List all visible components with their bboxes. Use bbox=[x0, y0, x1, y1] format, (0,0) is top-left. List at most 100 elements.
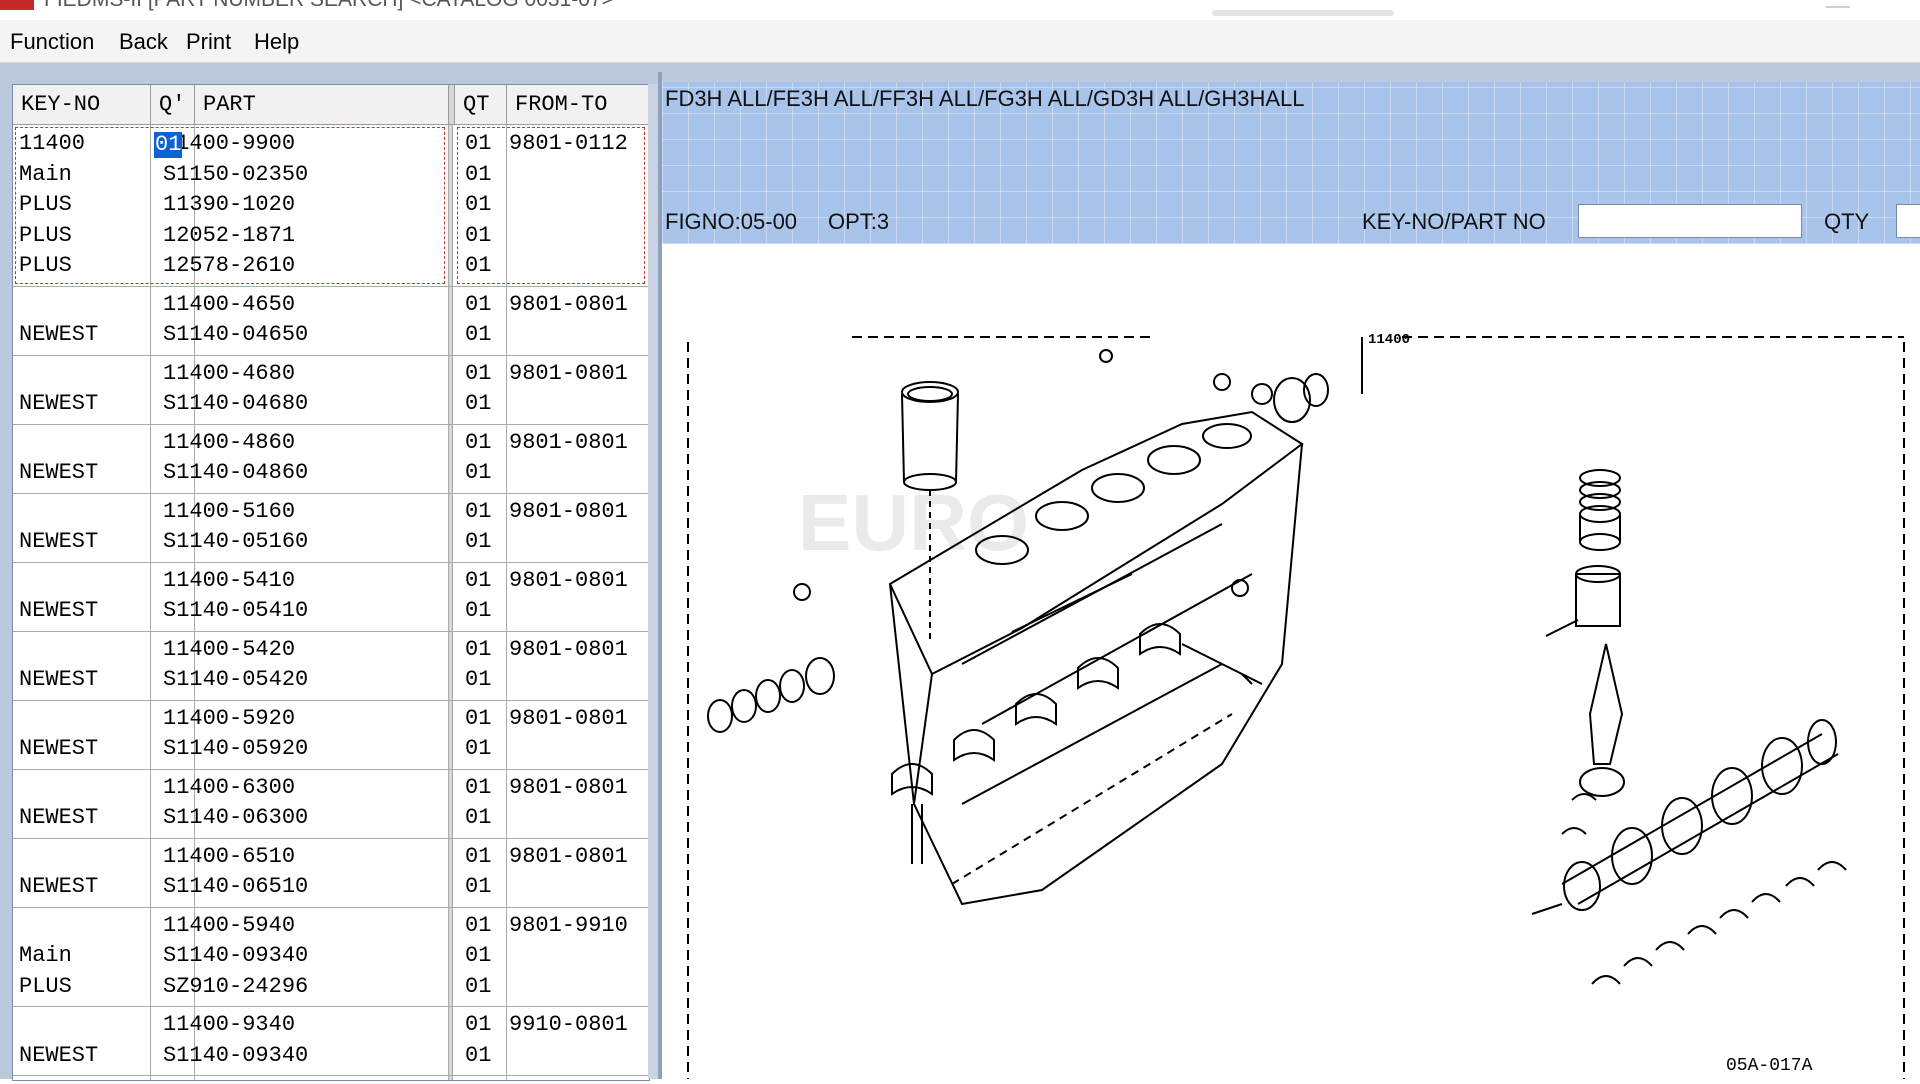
plug-icon bbox=[1213, 373, 1231, 391]
part-cell-line: 11400-5410 bbox=[163, 567, 296, 593]
from-to-cell: 9801-0801 bbox=[509, 843, 628, 869]
selection-outline bbox=[15, 127, 445, 284]
key-no-cell-line: NEWEST bbox=[19, 322, 99, 347]
crankshaft-icon bbox=[1531, 719, 1839, 915]
qt-cell-line: 01 bbox=[465, 667, 492, 692]
key-no-cell-line: Main bbox=[19, 943, 72, 968]
menu-print[interactable]: Print bbox=[186, 29, 231, 55]
title-bar: FIEDMS-II [PART NUMBER SEARCH] <CATALOG … bbox=[0, 0, 1920, 20]
minimize-icon[interactable] bbox=[1826, 0, 1850, 8]
key-no-cell-line: NEWEST bbox=[19, 667, 99, 692]
part-cell: 11400-6300 S1140-06300 bbox=[163, 773, 308, 834]
qt-cell: 01 01 01 bbox=[465, 911, 491, 1003]
model-list: FD3H ALL/FE3H ALL/FF3H ALL/FG3H ALL/GD3H… bbox=[665, 86, 1305, 111]
key-no-cell: NEWEST bbox=[19, 290, 98, 351]
from-to-cell: 9801-9910 bbox=[509, 912, 628, 938]
qt-cell-line: 01 bbox=[465, 805, 492, 830]
part-cell-line: S1140-09340 bbox=[163, 943, 309, 968]
qty-input[interactable] bbox=[1896, 204, 1920, 238]
menu-help[interactable]: Help bbox=[254, 29, 299, 55]
col-header-qt[interactable]: QT bbox=[455, 85, 507, 125]
qt-cell-line: 01 bbox=[465, 498, 492, 524]
seal-rings-icon bbox=[707, 657, 835, 733]
key-no-cell-line bbox=[19, 290, 98, 321]
engine-parts-diagram: 11400 05A-017A EURO bbox=[687, 332, 1905, 1079]
part-cell: 11400-5920 S1140-05920 bbox=[163, 704, 308, 765]
part-cell: 11400-5940 S1140-09340 SZ910-24296 bbox=[163, 911, 308, 1003]
key-no-cell-line bbox=[19, 1010, 98, 1041]
key-no-cell: NEWEST bbox=[19, 842, 98, 903]
option-number: OPT:3 bbox=[828, 209, 890, 234]
qt-cell-line: 01 bbox=[465, 567, 492, 593]
qt-cell-line: 01 bbox=[465, 529, 492, 554]
qt-cell: 01 01 bbox=[465, 773, 491, 834]
qt-cell-line: 01 bbox=[465, 291, 492, 317]
key-no-cell-line: NEWEST bbox=[19, 805, 99, 830]
title-scroll-handle[interactable] bbox=[1212, 10, 1394, 16]
keyno-label: KEY-NO/PART NO bbox=[1362, 209, 1546, 234]
part-cell-line: 11400-6300 bbox=[163, 774, 296, 800]
key-no-cell-line bbox=[19, 842, 98, 873]
key-no-cell: NEWEST bbox=[19, 635, 98, 696]
part-cell-line: 11400-5420 bbox=[163, 636, 296, 662]
part-cell: 11400-5410 S1140-05410 bbox=[163, 566, 308, 627]
key-no-cell-line bbox=[19, 635, 98, 666]
part-cell-line: S1140-04860 bbox=[163, 460, 309, 485]
menu-back[interactable]: Back bbox=[119, 29, 168, 55]
qt-cell-line: 01 bbox=[465, 973, 492, 999]
qt-cell-line: 01 bbox=[465, 843, 492, 869]
watermark: EURO bbox=[798, 478, 1029, 567]
part-cell: 11400-4650 S1140-04650 bbox=[163, 290, 308, 351]
from-to-cell: 9801-0801 bbox=[509, 498, 628, 524]
part-cell-line: 11400-5920 bbox=[163, 705, 296, 731]
key-no-cell-line: NEWEST bbox=[19, 391, 99, 416]
qt-cell: 01 01 bbox=[465, 635, 491, 696]
qt-cell-line: 01 bbox=[465, 460, 492, 485]
col-header-from-to[interactable]: FROM-TO bbox=[507, 85, 649, 125]
qt-cell: 01 01 bbox=[465, 428, 491, 489]
part-cell-line: S1140-06510 bbox=[163, 874, 309, 899]
qt-cell: 01 01 bbox=[465, 290, 491, 351]
col-header-part[interactable]: PART bbox=[195, 85, 449, 125]
qt-cell: 01 01 bbox=[465, 359, 491, 420]
qt-cell-line: 01 bbox=[465, 1042, 492, 1068]
keyno-part-input[interactable] bbox=[1578, 204, 1802, 238]
bolt-icon bbox=[1099, 349, 1113, 363]
qt-cell-line: 01 bbox=[465, 636, 492, 662]
qt-cell: 01 01 bbox=[465, 704, 491, 765]
key-no-cell-line bbox=[19, 497, 98, 528]
qt-cell-line: 01 bbox=[465, 774, 492, 800]
qt-cell-line: 01 bbox=[465, 322, 492, 347]
from-to-cell: 9801-0801 bbox=[509, 774, 628, 800]
key-no-cell-line bbox=[19, 704, 98, 735]
qt-cell-line: 01 bbox=[465, 1012, 492, 1037]
part-cell: 11400-5420 S1140-05420 bbox=[163, 635, 308, 696]
key-no-cell-line: NEWEST bbox=[19, 874, 99, 899]
key-no-cell-line: NEWEST bbox=[19, 460, 99, 485]
qt-cell: 01 01 bbox=[465, 1010, 491, 1071]
row-divider bbox=[13, 1075, 649, 1076]
menu-function[interactable]: Function bbox=[10, 29, 94, 55]
col-header-key-no[interactable]: KEY-NO bbox=[13, 85, 151, 125]
qt-cell-line: 01 bbox=[465, 912, 492, 938]
from-to-cell: 9801-0801 bbox=[509, 567, 628, 593]
plug-icon bbox=[793, 583, 811, 601]
col-header-qty-prime[interactable]: Q' bbox=[151, 85, 195, 125]
part-cell-line: S1140-05160 bbox=[163, 529, 309, 554]
figure-number: FIGNO:05-00 bbox=[665, 209, 798, 234]
part-cell-line: 11400-4650 bbox=[163, 291, 296, 317]
exploded-diagram[interactable]: 11400 05A-017A EURO bbox=[662, 244, 1920, 1079]
part-cell: 11400-6510 S1140-06510 bbox=[163, 842, 308, 903]
from-to-cell: 9801-0801 bbox=[509, 429, 628, 455]
qt-cell-line: 01 bbox=[465, 736, 492, 761]
key-no-cell: NEWEST bbox=[19, 704, 98, 765]
part-cell-line: 11400-5940 bbox=[163, 912, 296, 938]
key-no-cell-line: PLUS bbox=[19, 973, 72, 999]
key-no-cell: NEWEST bbox=[19, 566, 98, 627]
pane-splitter[interactable] bbox=[648, 84, 658, 1079]
key-no-cell: Main PLUS bbox=[19, 911, 72, 1003]
qt-cell-line: 01 bbox=[465, 705, 492, 731]
key-no-cell-line: NEWEST bbox=[19, 529, 99, 554]
from-to-cell: 9910-0801 bbox=[509, 1012, 628, 1037]
qt-cell-line: 01 bbox=[465, 598, 492, 623]
